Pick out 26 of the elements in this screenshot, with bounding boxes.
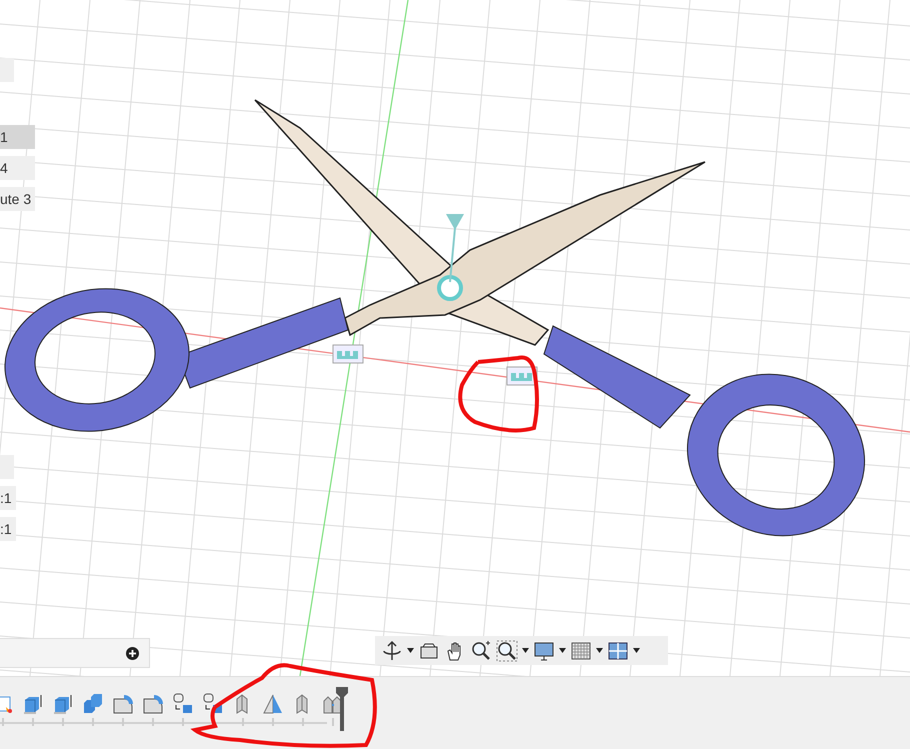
browser-item[interactable]: :1 [0, 517, 16, 541]
viewports-icon[interactable] [607, 640, 629, 662]
copy-body-icon[interactable] [172, 693, 194, 715]
browser-item[interactable]: ute 3 [0, 187, 36, 211]
browser-item[interactable]: 1 [0, 125, 36, 149]
caret-icon[interactable] [559, 648, 566, 653]
orbit-icon[interactable] [381, 640, 403, 662]
fillet-icon[interactable] [142, 693, 164, 715]
caret-icon[interactable] [522, 648, 529, 653]
plus-icon[interactable] [126, 647, 139, 660]
caret-icon[interactable] [633, 648, 640, 653]
grid-icon[interactable] [570, 640, 592, 662]
zoom-window-icon[interactable] [496, 640, 518, 662]
copy-body-icon[interactable] [202, 693, 224, 715]
timeline-marker[interactable] [336, 687, 348, 731]
caret-icon[interactable] [407, 648, 414, 653]
extrude-icon[interactable] [52, 693, 74, 715]
browser-item[interactable]: 4 [0, 156, 36, 180]
caret-icon[interactable] [596, 648, 603, 653]
monitor-icon[interactable] [533, 640, 555, 662]
browser-item[interactable]: :1 [0, 486, 16, 510]
zoom-icon[interactable] [470, 640, 492, 662]
fillet-icon[interactable] [112, 693, 134, 715]
extrude-icon[interactable] [22, 693, 44, 715]
mirror-icon[interactable] [262, 693, 284, 715]
cubes-icon[interactable] [82, 693, 104, 715]
